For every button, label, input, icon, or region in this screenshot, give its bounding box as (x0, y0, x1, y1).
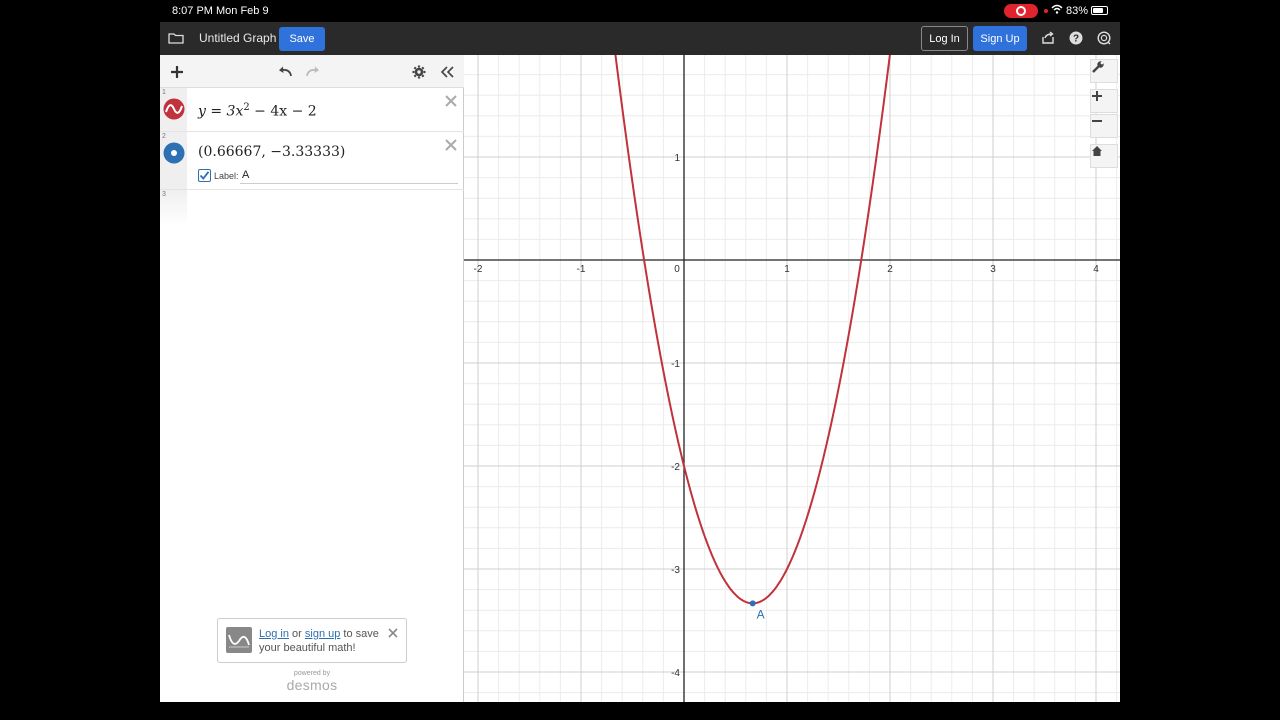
expression-panel: 1 y = 3x2 − 4x − 2 2 (0.66667, −3.33333)… (160, 55, 464, 702)
status-date: Mon Feb 9 (216, 5, 269, 17)
save-button[interactable]: Save (279, 27, 325, 51)
curve-style-icon[interactable] (163, 98, 185, 120)
x-tick-label: 2 (887, 264, 893, 275)
wifi-icon (1051, 4, 1063, 17)
graph-title[interactable]: Untitled Graph (199, 31, 276, 45)
signup-link[interactable]: sign up (305, 628, 340, 640)
expression-math[interactable]: (0.66667, −3.33333) (198, 144, 345, 160)
delete-expression-icon[interactable] (444, 138, 458, 152)
folder-icon[interactable] (168, 30, 184, 46)
expression-math[interactable]: y = 3x2 − 4x − 2 (198, 102, 317, 120)
desmos-logo-icon (226, 627, 252, 653)
x-tick-label: 3 (990, 264, 996, 275)
y-tick-label: -3 (671, 565, 680, 576)
vertex-point[interactable] (749, 600, 756, 607)
desmos-brand: desmos (286, 677, 338, 693)
label-checkbox[interactable] (198, 169, 211, 182)
graph-settings-button[interactable] (1090, 59, 1118, 83)
signup-button[interactable]: Sign Up (973, 26, 1027, 51)
x-tick-label: 4 (1093, 264, 1099, 275)
checkmark-icon (199, 171, 210, 180)
undo-icon[interactable] (276, 63, 294, 81)
app-topbar: Untitled Graph Save Log In Sign Up ? (160, 22, 1120, 55)
login-button[interactable]: Log In (921, 26, 968, 51)
zoom-out-button[interactable] (1090, 114, 1118, 138)
save-prompt-text: Log in or sign up to save your beautiful… (259, 628, 379, 654)
expression-index: 2 (162, 133, 166, 140)
y-tick-label: -2 (671, 462, 680, 473)
wrench-icon (1092, 61, 1104, 73)
powered-by: powered by desmos (282, 670, 342, 693)
help-icon[interactable]: ? (1068, 30, 1084, 46)
world-icon[interactable] (1096, 30, 1112, 46)
screen-recording-icon (1004, 4, 1038, 18)
login-link[interactable]: Log in (259, 628, 289, 640)
parabola-curve[interactable] (464, 55, 1120, 605)
expression-gutter: 2 (160, 132, 187, 189)
expression-index: 3 (162, 191, 166, 198)
powered-by-text: powered by (293, 670, 331, 677)
expression-row[interactable]: 1 y = 3x2 − 4x − 2 (160, 88, 464, 132)
graph-area[interactable]: -2 -1 0 1 2 3 4 1 -1 -2 -3 -4 A (464, 55, 1120, 702)
label-caption: Label: (214, 171, 239, 181)
zoom-in-button[interactable] (1090, 89, 1118, 113)
recording-dot-icon (1044, 9, 1048, 13)
point-label: A (757, 607, 765, 621)
add-expression-icon[interactable] (168, 63, 186, 81)
default-viewport-button[interactable] (1090, 144, 1118, 168)
save-prompt: Log in or sign up to save your beautiful… (217, 618, 407, 663)
empty-expression-row[interactable]: 3 (160, 190, 187, 226)
graph-canvas[interactable]: -2 -1 0 1 2 3 4 1 -1 -2 -3 -4 A (464, 55, 1120, 702)
status-time: 8:07 PM (172, 5, 213, 17)
minus-icon (1092, 120, 1102, 122)
share-icon[interactable] (1040, 30, 1056, 46)
settings-gear-icon[interactable] (410, 63, 428, 81)
battery-icon (1091, 6, 1108, 15)
close-icon[interactable] (387, 627, 399, 639)
svg-text:?: ? (1073, 34, 1079, 45)
status-bar: 8:07 PM Mon Feb 9 83% (160, 0, 1120, 22)
label-input[interactable]: A (242, 169, 249, 181)
x-tick-label: 1 (784, 264, 790, 275)
battery-percent: 83% (1066, 5, 1089, 17)
delete-expression-icon[interactable] (444, 94, 458, 108)
x-tick-label: 0 (674, 264, 680, 275)
collapse-panel-icon[interactable] (438, 63, 456, 81)
y-tick-label: -1 (671, 359, 680, 370)
expression-row[interactable]: 2 (0.66667, −3.33333) Label: A (160, 132, 464, 190)
expression-gutter: 1 (160, 88, 187, 131)
label-input-underline (240, 183, 458, 184)
plus-icon (1092, 91, 1102, 101)
y-tick-label: 1 (674, 153, 680, 164)
point-style-icon[interactable] (163, 142, 185, 164)
y-tick-label: -4 (671, 668, 680, 679)
expression-toolbar (160, 55, 464, 88)
home-icon (1092, 146, 1102, 156)
redo-icon[interactable] (304, 63, 322, 81)
x-tick-label: -2 (474, 264, 483, 275)
x-tick-label: -1 (577, 264, 586, 275)
label-option-row: Label: A (198, 168, 458, 184)
expression-index: 1 (162, 89, 166, 96)
